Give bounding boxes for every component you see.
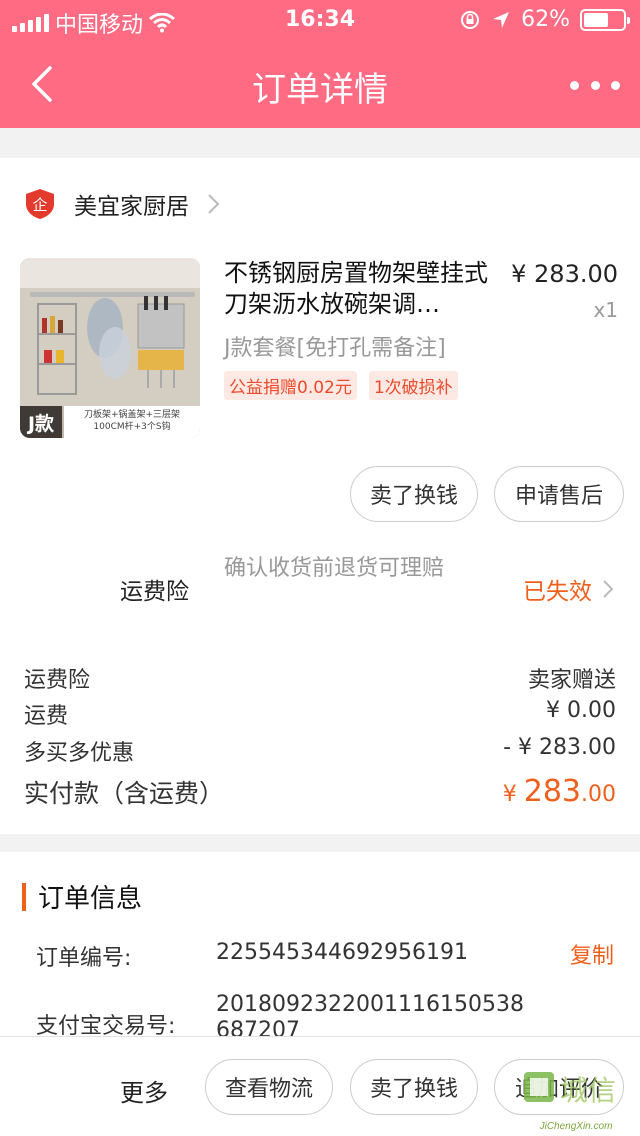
- status-bar: 中国移动 16:34 62%: [0, 0, 640, 40]
- variant-badge: J款: [20, 406, 62, 438]
- damage-compensation-tag[interactable]: 1次破损补: [368, 371, 458, 400]
- shop-logo-icon: 企: [26, 189, 54, 219]
- charity-tag: 公益捐赠0.02元: [224, 371, 357, 400]
- fee-row-insurance: 运费险 卖家赠送: [24, 668, 616, 693]
- total-label: 实付款（含运费）: [24, 779, 225, 808]
- copy-button[interactable]: 复制: [570, 938, 614, 970]
- rotation-lock-icon: [461, 10, 480, 29]
- battery-percent: 62%: [521, 7, 570, 32]
- order-item-card: 企 美宜家厨居 J款 刀板架+锅盖架+三层架 100CM杆+3个S钩 不锈钢厨房…: [0, 158, 640, 834]
- shop-header[interactable]: 企 美宜家厨居: [24, 184, 221, 224]
- total-row: 实付款（含运费） ¥ 283.00: [24, 774, 616, 810]
- sell-button-bottom[interactable]: 卖了换钱: [350, 1059, 478, 1115]
- svg-text:城信: 城信: [560, 1074, 616, 1107]
- nav-bar: 订单详情: [0, 40, 640, 128]
- product-price: ¥ 283.00: [511, 260, 618, 288]
- thumb-caption: 刀板架+锅盖架+三层架 100CM杆+3个S钩: [64, 406, 200, 438]
- product-title[interactable]: 不锈钢厨房置物架壁挂式刀架沥水放碗架调…: [224, 258, 494, 320]
- order-info-card: 订单信息 订单编号: 2255453446929561​91 复制 支付宝交易号…: [0, 852, 640, 1043]
- total-amount: ¥ 283.00: [502, 774, 616, 809]
- after-sale-button[interactable]: 申请售后: [494, 466, 624, 522]
- chevron-right-icon: [603, 580, 614, 598]
- fee-row-discount: 多买多优惠 - ¥ 283.00: [24, 735, 616, 766]
- order-number-label: 订单编号:: [36, 946, 132, 971]
- insurance-desc: 确认收货前退货可理赔: [224, 556, 445, 581]
- location-arrow-icon: [493, 11, 510, 28]
- rack-illustration: [20, 258, 200, 406]
- more-dots-icon[interactable]: [570, 70, 620, 100]
- product-image[interactable]: J款 刀板架+锅盖架+三层架 100CM杆+3个S钩: [20, 258, 200, 438]
- chevron-right-icon: [208, 194, 220, 214]
- product-tags: 公益捐赠0.02元 1次破损补: [224, 371, 458, 400]
- fee-row-shipping: 运费 ¥ 0.00: [24, 698, 616, 729]
- more-button[interactable]: 更多: [120, 1073, 168, 1108]
- svg-text:企: 企: [32, 196, 47, 214]
- insurance-label: 运费险: [120, 579, 189, 605]
- section-title: 订单信息: [22, 878, 142, 915]
- shop-name: 美宜家厨居: [74, 194, 189, 220]
- sell-button[interactable]: 卖了换钱: [350, 466, 478, 522]
- product-quantity: x1: [593, 298, 618, 322]
- battery-icon: [580, 8, 630, 31]
- page-title: 订单详情: [252, 70, 388, 110]
- insurance-status[interactable]: 已失效: [523, 572, 614, 606]
- product-spec: J款套餐[免打孔需备注]: [224, 336, 446, 361]
- order-number: 2255453446929561​91: [216, 940, 468, 965]
- watermark-logo: 城信 JiChengXin.com: [516, 1062, 636, 1132]
- view-logistics-button[interactable]: 查看物流: [205, 1059, 333, 1115]
